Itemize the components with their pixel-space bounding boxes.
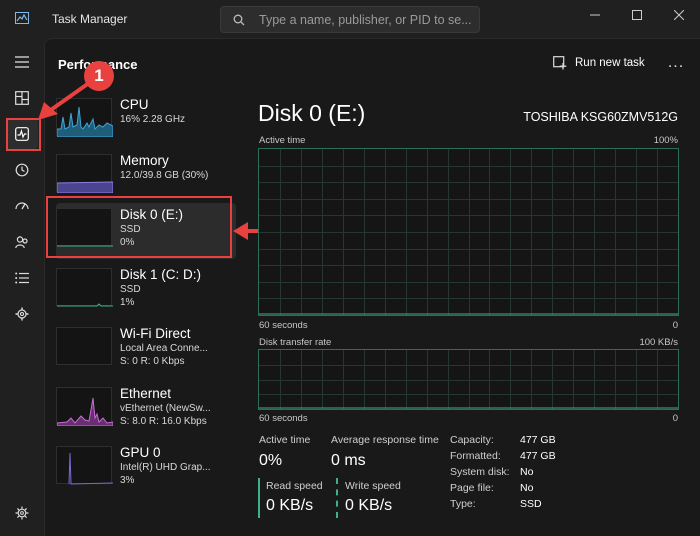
device-name: Memory <box>120 153 169 168</box>
hamburger-icon <box>15 56 29 68</box>
settings-icon <box>15 506 29 520</box>
active-time-graph-label: Active time <box>259 135 306 146</box>
startup-apps-icon <box>15 202 29 210</box>
run-new-task-icon <box>553 56 567 70</box>
callout-badge-1: 1 <box>84 61 114 91</box>
highlight-box-disk-0 <box>46 196 232 258</box>
active-time-stat-label: Active time <box>259 434 311 446</box>
write-speed-indicator <box>336 478 338 518</box>
search-icon <box>233 14 245 26</box>
more-options-button[interactable]: ... <box>666 52 686 74</box>
active-time-graph <box>258 148 679 316</box>
avg-response-value: 0 ms <box>331 452 366 469</box>
device-name: Wi-Fi Direct <box>120 326 191 341</box>
title-bar: Task Manager <box>0 0 700 38</box>
run-new-task-button[interactable]: Run new task <box>553 52 645 74</box>
search-input[interactable] <box>259 10 473 29</box>
write-speed-value: 0 KB/s <box>345 497 393 514</box>
device-item-wifi-direct[interactable]: Wi-Fi Direct Local Area Conne... S: 0 R:… <box>56 322 236 378</box>
system-disk-value: No <box>520 466 534 478</box>
close-button[interactable] <box>656 0 700 30</box>
device-item-gpu-0[interactable]: GPU 0 Intel(R) UHD Grap... 3% <box>56 441 236 497</box>
nav-services[interactable] <box>6 299 38 329</box>
services-icon <box>15 307 29 321</box>
minimize-icon <box>590 14 600 16</box>
maximize-button[interactable] <box>614 0 660 30</box>
processes-icon <box>15 91 29 105</box>
device-detail: 12.0/39.8 GB (30%) <box>120 170 209 181</box>
device-usage: S: 8.0 R: 16.0 Kbps <box>120 416 207 427</box>
device-detail: SSD <box>120 284 141 295</box>
read-speed-indicator <box>258 478 260 518</box>
nav-users[interactable] <box>6 227 38 257</box>
device-item-disk-1[interactable]: Disk 1 (C: D:) SSD 1% <box>56 263 236 319</box>
active-time-graph-duration: 60 seconds <box>259 320 308 331</box>
details-icon <box>15 272 29 284</box>
device-name: Ethernet <box>120 386 172 401</box>
ethernet-thumbnail-graph <box>56 387 113 426</box>
users-icon <box>15 236 28 249</box>
page-file-label: Page file: <box>450 482 494 494</box>
active-time-graph-max: 100% <box>653 135 678 146</box>
read-speed-value: 0 KB/s <box>266 497 314 514</box>
run-new-task-label: Run new task <box>575 57 645 69</box>
close-icon <box>674 10 684 20</box>
nav-details[interactable] <box>6 263 38 293</box>
device-name: Disk 1 (C: D:) <box>120 267 201 282</box>
transfer-rate-graph-label: Disk transfer rate <box>259 337 332 348</box>
active-time-stat-value: 0% <box>259 452 283 469</box>
transfer-rate-graph-duration: 60 seconds <box>259 413 308 424</box>
system-disk-label: System disk: <box>450 466 510 478</box>
capacity-value: 477 GB <box>520 434 556 446</box>
device-usage: 1% <box>120 297 135 308</box>
transfer-rate-graph-min: 0 <box>672 413 678 424</box>
maximize-icon <box>632 10 642 20</box>
minimize-button[interactable] <box>572 0 618 30</box>
disk-1-thumbnail-graph <box>56 268 113 307</box>
capacity-label: Capacity: <box>450 434 494 446</box>
window-title: Task Manager <box>52 12 128 26</box>
memory-thumbnail-graph <box>56 154 113 193</box>
nav-app-history[interactable] <box>6 155 38 185</box>
device-usage: S: 0 R: 0 Kbps <box>120 356 185 367</box>
transfer-rate-graph <box>258 349 679 410</box>
device-detail: Local Area Conne... <box>120 343 208 354</box>
task-manager-app-icon <box>15 12 29 24</box>
type-value: SSD <box>520 498 542 510</box>
active-time-graph-min: 0 <box>672 320 678 331</box>
disk-title: Disk 0 (E:) <box>258 100 366 126</box>
read-speed-label: Read speed <box>266 480 323 492</box>
formatted-label: Formatted: <box>450 450 501 462</box>
device-detail: vEthernet (NewSw... <box>120 403 211 414</box>
wifi-direct-thumbnail-graph <box>56 327 112 365</box>
device-item-ethernet[interactable]: Ethernet vEthernet (NewSw... S: 8.0 R: 1… <box>56 382 236 438</box>
device-usage: 3% <box>120 475 135 486</box>
page-file-value: No <box>520 482 534 494</box>
formatted-value: 477 GB <box>520 450 556 462</box>
write-speed-label: Write speed <box>345 480 401 492</box>
device-name: CPU <box>120 97 149 112</box>
transfer-rate-graph-max: 100 KB/s <box>639 337 678 348</box>
disk-model: TOSHIBA KSG60ZMV512G <box>523 110 678 124</box>
gpu-0-thumbnail-graph <box>56 446 113 485</box>
search-box[interactable] <box>220 6 480 33</box>
device-name: GPU 0 <box>120 445 161 460</box>
device-detail: Intel(R) UHD Grap... <box>120 462 211 473</box>
nav-startup-apps[interactable] <box>6 191 38 221</box>
avg-response-label: Average response time <box>331 434 439 446</box>
device-detail: 16% 2.28 GHz <box>120 114 186 125</box>
app-history-icon <box>15 163 29 177</box>
type-label: Type: <box>450 498 476 510</box>
nav-settings[interactable] <box>6 498 38 528</box>
